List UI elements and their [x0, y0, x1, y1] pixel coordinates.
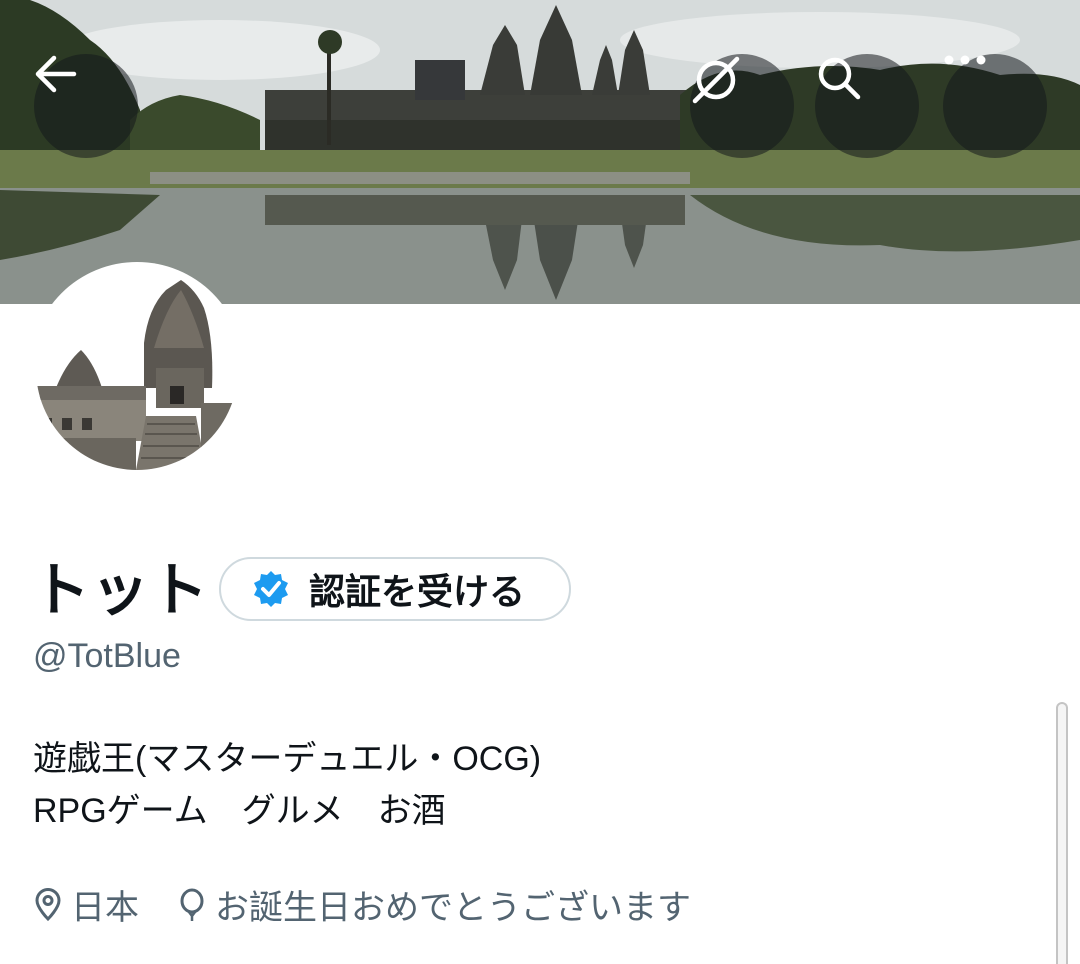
- more-horizontal-icon: [944, 55, 986, 65]
- location-item: 日本: [33, 880, 139, 929]
- no-translate-button[interactable]: [690, 54, 794, 158]
- get-verified-button[interactable]: 認証を受ける: [219, 557, 571, 621]
- avatar-image: [36, 268, 238, 470]
- profile-bio: 遊戯王(マスターデュエル・OCG) RPGゲーム グルメ お酒: [33, 733, 541, 837]
- more-button[interactable]: [943, 54, 1047, 158]
- location-pin-icon: [35, 887, 61, 921]
- banner-image: [0, 0, 1080, 304]
- birthday-item: お誕生日おめでとうございます: [177, 880, 691, 929]
- balloon-icon: [180, 888, 204, 921]
- location-text: 日本: [71, 889, 139, 927]
- user-handle: @TotBlue: [33, 637, 181, 675]
- arrow-left-icon: [35, 55, 77, 93]
- get-verified-label: 認証を受ける: [309, 572, 526, 613]
- scrollbar[interactable]: [1056, 702, 1068, 964]
- avatar[interactable]: [30, 262, 244, 476]
- birthday-text: お誕生日おめでとうございます: [215, 889, 691, 927]
- bio-line: 遊戯王(マスターデュエル・OCG): [33, 740, 542, 778]
- bio-line: RPGゲーム グルメ お酒: [33, 792, 446, 830]
- display-name: トット: [32, 556, 210, 624]
- search-icon: [818, 57, 861, 100]
- profile-meta: 日本 お誕生日おめでとうございます: [33, 880, 691, 929]
- search-button[interactable]: [815, 54, 919, 158]
- profile-banner[interactable]: [0, 0, 1080, 304]
- verified-badge-icon: [254, 571, 288, 607]
- no-translate-icon: [692, 56, 740, 104]
- back-button[interactable]: [34, 54, 138, 158]
